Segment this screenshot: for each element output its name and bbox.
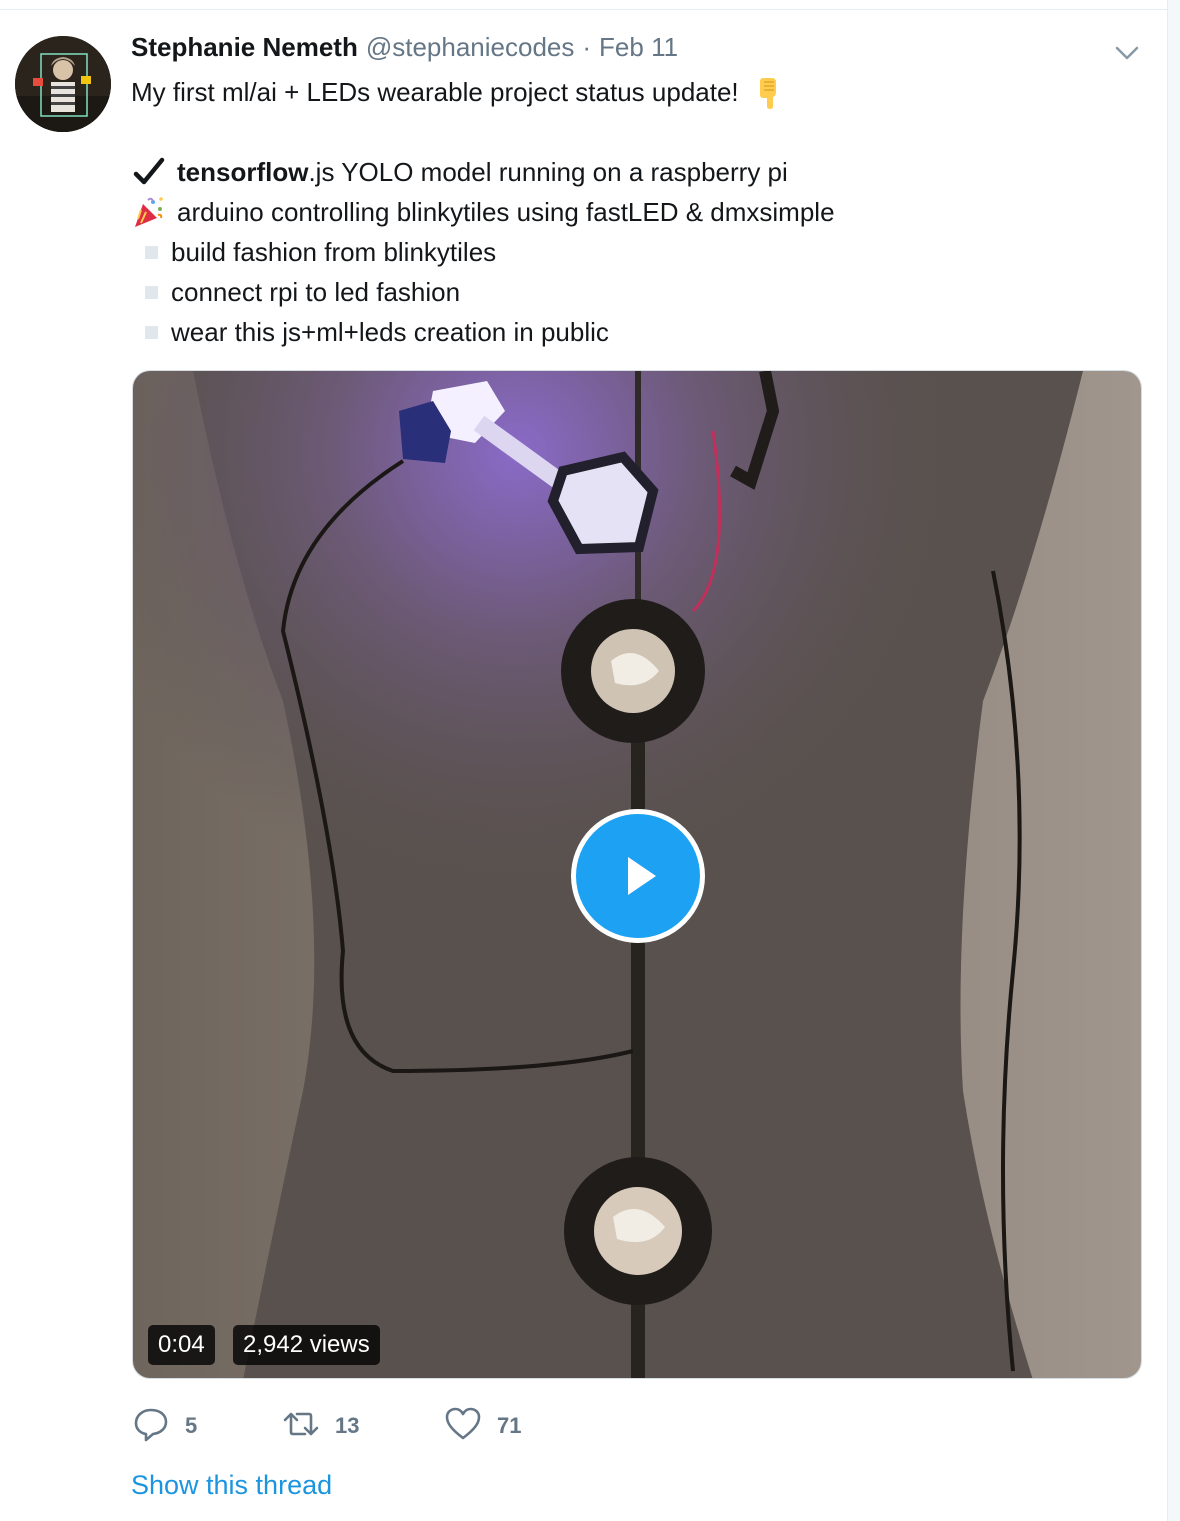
- retweet-count: 13: [335, 1413, 360, 1438]
- intro-line: My first ml/ai + LEDs wearable project s…: [131, 72, 1141, 112]
- intro-text: My first ml/ai + LEDs wearable project s…: [131, 77, 739, 107]
- backhand-index-pointing-down-icon: [751, 74, 787, 110]
- todo-2-text: connect rpi to led fashion: [171, 277, 461, 307]
- video-player[interactable]: 0:04 2,942 views: [132, 370, 1142, 1379]
- retweet-action[interactable]: 13: [281, 1404, 403, 1449]
- party-popper-icon: [131, 194, 167, 230]
- checklist-done-1: tensorflow .js YOLO model running on a r…: [131, 152, 1141, 192]
- heavy-check-mark-icon: [131, 154, 167, 190]
- video-duration: 0:04: [148, 1325, 215, 1365]
- reply-action[interactable]: 5: [131, 1404, 241, 1449]
- separator-dot: ·: [582, 32, 592, 62]
- scrollbar[interactable]: [1167, 0, 1180, 1521]
- reply-icon[interactable]: [131, 1404, 171, 1449]
- top-divider: [0, 0, 1167, 10]
- author-handle[interactable]: @stephaniecodes: [366, 32, 575, 63]
- tensorflow-bold: tensorflow: [177, 157, 309, 187]
- like-action[interactable]: 71: [443, 1404, 521, 1449]
- author-name[interactable]: Stephanie Nemeth: [131, 32, 358, 63]
- checklist-todo-1: build fashion from blinkytiles: [131, 232, 1141, 272]
- tweet-header: Stephanie Nemeth @stephaniecodes · Feb 1…: [131, 32, 678, 68]
- square-bullet-icon: [145, 285, 158, 299]
- done-2-text: arduino controlling blinkytiles using fa…: [177, 197, 835, 227]
- tweet[interactable]: Stephanie Nemeth @stephaniecodes · Feb 1…: [0, 10, 1166, 1521]
- chevron-down-icon[interactable]: [1112, 38, 1142, 68]
- retweet-icon[interactable]: [281, 1404, 321, 1449]
- reply-count: 5: [185, 1413, 198, 1438]
- heart-icon[interactable]: [443, 1404, 483, 1449]
- tweet-actions: 5 13 71: [131, 1406, 561, 1446]
- show-thread-link[interactable]: Show this thread: [131, 1470, 332, 1501]
- checklist-todo-3: wear this js+ml+leds creation in public: [131, 312, 1141, 352]
- checklist-done-2: arduino controlling blinkytiles using fa…: [131, 192, 1141, 232]
- todo-3-text: wear this js+ml+leds creation in public: [171, 317, 609, 347]
- tweet-text: My first ml/ai + LEDs wearable project s…: [131, 72, 1141, 352]
- todo-1-text: build fashion from blinkytiles: [171, 237, 497, 267]
- avatar[interactable]: [15, 36, 111, 132]
- done-1-text: .js YOLO model running on a raspberry pi: [308, 157, 788, 187]
- tweet-date[interactable]: Feb 11: [599, 32, 678, 63]
- video-views: 2,942 views: [233, 1325, 380, 1365]
- play-icon[interactable]: [571, 809, 705, 943]
- square-bullet-icon: [145, 245, 158, 259]
- square-bullet-icon: [145, 325, 158, 339]
- checklist-todo-2: connect rpi to led fashion: [131, 272, 1141, 312]
- like-count: 71: [497, 1413, 522, 1438]
